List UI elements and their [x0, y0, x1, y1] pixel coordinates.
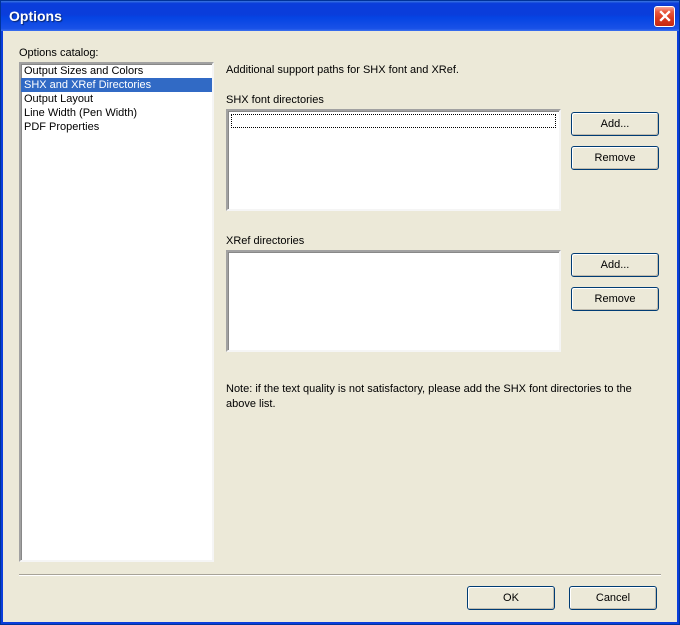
window-title: Options — [9, 8, 654, 24]
panel-column: Additional support paths for SHX font an… — [226, 47, 661, 562]
xref-section: Add... Remove — [226, 250, 661, 352]
options-catalog-list[interactable]: Output Sizes and Colors SHX and XRef Dir… — [19, 62, 214, 562]
close-icon — [659, 10, 671, 22]
catalog-item-shx-xref[interactable]: SHX and XRef Directories — [21, 78, 212, 92]
xref-section-label: XRef directories — [226, 235, 661, 247]
xref-remove-button[interactable]: Remove — [571, 287, 659, 311]
shx-section: Add... Remove — [226, 109, 661, 211]
catalog-item-output-layout[interactable]: Output Layout — [21, 92, 212, 106]
dialog-footer: OK Cancel — [19, 586, 661, 610]
catalog-item-pdf-properties[interactable]: PDF Properties — [21, 120, 212, 134]
xref-directories-list[interactable] — [226, 250, 561, 352]
catalog-label: Options catalog: — [19, 47, 214, 59]
panel-description: Additional support paths for SHX font an… — [226, 64, 661, 76]
xref-add-button[interactable]: Add... — [571, 253, 659, 277]
close-button[interactable] — [654, 6, 675, 27]
shx-buttons: Add... Remove — [571, 109, 659, 170]
shx-directories-list[interactable] — [226, 109, 561, 211]
shx-list-focus — [231, 114, 556, 128]
shx-section-label: SHX font directories — [226, 94, 661, 106]
options-dialog: Options Options catalog: Output Sizes an… — [0, 0, 680, 625]
catalog-item-output-sizes[interactable]: Output Sizes and Colors — [21, 64, 212, 78]
catalog-item-line-width[interactable]: Line Width (Pen Width) — [21, 106, 212, 120]
titlebar: Options — [1, 1, 679, 31]
separator — [19, 574, 661, 576]
ok-button[interactable]: OK — [467, 586, 555, 610]
client-area: Options catalog: Output Sizes and Colors… — [1, 31, 679, 624]
shx-add-button[interactable]: Add... — [571, 112, 659, 136]
xref-buttons: Add... Remove — [571, 250, 659, 311]
content-row: Options catalog: Output Sizes and Colors… — [19, 47, 661, 562]
panel-note: Note: if the text quality is not satisfa… — [226, 382, 661, 413]
cancel-button[interactable]: Cancel — [569, 586, 657, 610]
shx-remove-button[interactable]: Remove — [571, 146, 659, 170]
catalog-column: Options catalog: Output Sizes and Colors… — [19, 47, 214, 562]
